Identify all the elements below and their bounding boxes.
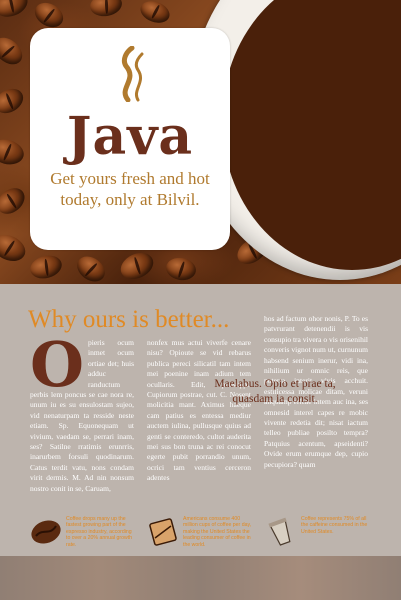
faded-beans-strip xyxy=(0,556,401,600)
coffee-bean-icon xyxy=(31,520,61,544)
fact-text-2: Americans consume 400 million cups of co… xyxy=(183,516,252,548)
drop-cap: O xyxy=(30,328,85,401)
logo-card: Java Get yours fresh and hot today, only… xyxy=(30,28,230,250)
pull-quote: Maelabus. Opio et prae ta, quasdam ia co… xyxy=(214,378,336,405)
brand-logo: Java xyxy=(66,106,194,167)
article-column-1: O pieris ocum inmet ocum ortiae det; hui… xyxy=(30,328,134,494)
tagline: Get yours fresh and hot today, only at B… xyxy=(50,169,210,209)
paper-cup-icon xyxy=(268,517,291,546)
steam-icon xyxy=(121,46,144,102)
fact-text-3: Coffee represents 75% of all the caffein… xyxy=(301,516,368,535)
article-columns: O pieris ocum inmet ocum ortiae det; hui… xyxy=(30,314,375,532)
fact-text-1: Coffee drops many up the fastest growing… xyxy=(66,516,133,548)
poster: Java Get yours fresh and hot today, only… xyxy=(0,0,401,600)
column-2-text: nonfex mus actui viverfe cenare nisu? Op… xyxy=(147,338,251,483)
article-column-2: nonfex mus actui viverfe cenare nisu? Op… xyxy=(147,338,251,484)
coffee-cup-icon xyxy=(149,518,177,546)
